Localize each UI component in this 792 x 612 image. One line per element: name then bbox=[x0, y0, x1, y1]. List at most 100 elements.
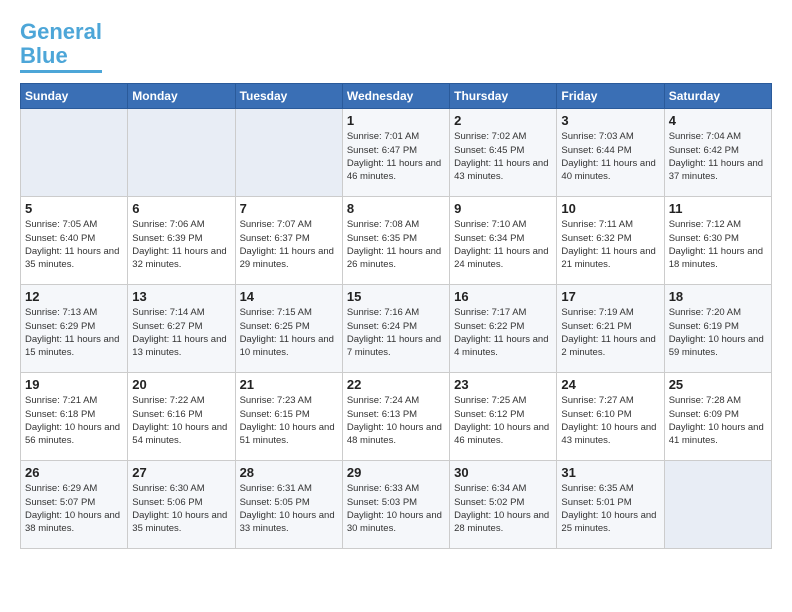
day-info: Sunrise: 7:19 AMSunset: 6:21 PMDaylight:… bbox=[561, 306, 659, 359]
calendar-body: 1 Sunrise: 7:01 AMSunset: 6:47 PMDaylight… bbox=[21, 109, 772, 549]
calendar-cell: 9 Sunrise: 7:10 AMSunset: 6:34 PMDaylight… bbox=[450, 197, 557, 285]
day-number: 14 bbox=[240, 289, 338, 304]
day-info: Sunrise: 6:33 AMSunset: 5:03 PMDaylight:… bbox=[347, 482, 445, 535]
calendar-cell: 12 Sunrise: 7:13 AMSunset: 6:29 PMDayligh… bbox=[21, 285, 128, 373]
day-info: Sunrise: 7:13 AMSunset: 6:29 PMDaylight:… bbox=[25, 306, 123, 359]
day-info: Sunrise: 7:04 AMSunset: 6:42 PMDaylight:… bbox=[669, 130, 767, 183]
day-number: 10 bbox=[561, 201, 659, 216]
day-number: 12 bbox=[25, 289, 123, 304]
day-number: 11 bbox=[669, 201, 767, 216]
calendar-cell: 4 Sunrise: 7:04 AMSunset: 6:42 PMDaylight… bbox=[664, 109, 771, 197]
day-info: Sunrise: 7:08 AMSunset: 6:35 PMDaylight:… bbox=[347, 218, 445, 271]
day-info: Sunrise: 7:10 AMSunset: 6:34 PMDaylight:… bbox=[454, 218, 552, 271]
day-number: 27 bbox=[132, 465, 230, 480]
day-number: 13 bbox=[132, 289, 230, 304]
day-info: Sunrise: 7:27 AMSunset: 6:10 PMDaylight:… bbox=[561, 394, 659, 447]
day-info: Sunrise: 7:07 AMSunset: 6:37 PMDaylight:… bbox=[240, 218, 338, 271]
calendar-cell: 27 Sunrise: 6:30 AMSunset: 5:06 PMDayligh… bbox=[128, 461, 235, 549]
day-info: Sunrise: 7:01 AMSunset: 6:47 PMDaylight:… bbox=[347, 130, 445, 183]
day-number: 16 bbox=[454, 289, 552, 304]
day-info: Sunrise: 7:17 AMSunset: 6:22 PMDaylight:… bbox=[454, 306, 552, 359]
day-number: 3 bbox=[561, 113, 659, 128]
calendar-cell: 22 Sunrise: 7:24 AMSunset: 6:13 PMDayligh… bbox=[342, 373, 449, 461]
weekday-header: Tuesday bbox=[235, 84, 342, 109]
day-info: Sunrise: 7:25 AMSunset: 6:12 PMDaylight:… bbox=[454, 394, 552, 447]
day-info: Sunrise: 7:12 AMSunset: 6:30 PMDaylight:… bbox=[669, 218, 767, 271]
calendar-cell: 23Sunrise: 7:25 AMSunset: 6:12 PMDayligh… bbox=[450, 373, 557, 461]
day-info: Sunrise: 6:30 AMSunset: 5:06 PMDaylight:… bbox=[132, 482, 230, 535]
calendar-cell: 16 Sunrise: 7:17 AMSunset: 6:22 PMDayligh… bbox=[450, 285, 557, 373]
day-number: 2 bbox=[454, 113, 552, 128]
logo-blue: Blue bbox=[20, 43, 68, 68]
day-info: Sunrise: 7:24 AMSunset: 6:13 PMDaylight:… bbox=[347, 394, 445, 447]
day-number: 21 bbox=[240, 377, 338, 392]
day-info: Sunrise: 7:23 AMSunset: 6:15 PMDaylight:… bbox=[240, 394, 338, 447]
calendar-cell: 19Sunrise: 7:21 AMSunset: 6:18 PMDayligh… bbox=[21, 373, 128, 461]
day-number: 5 bbox=[25, 201, 123, 216]
calendar-cell: 25 Sunrise: 7:28 AMSunset: 6:09 PMDayligh… bbox=[664, 373, 771, 461]
weekday-header: Thursday bbox=[450, 84, 557, 109]
day-number: 30 bbox=[454, 465, 552, 480]
day-number: 25 bbox=[669, 377, 767, 392]
calendar-cell bbox=[235, 109, 342, 197]
day-info: Sunrise: 7:22 AMSunset: 6:16 PMDaylight:… bbox=[132, 394, 230, 447]
calendar-cell: 7Sunrise: 7:07 AMSunset: 6:37 PMDaylight… bbox=[235, 197, 342, 285]
calendar-cell bbox=[21, 109, 128, 197]
day-number: 17 bbox=[561, 289, 659, 304]
logo-text: General Blue bbox=[20, 20, 102, 68]
day-info: Sunrise: 6:35 AMSunset: 5:01 PMDaylight:… bbox=[561, 482, 659, 535]
day-number: 24 bbox=[561, 377, 659, 392]
day-info: Sunrise: 7:05 AMSunset: 6:40 PMDaylight:… bbox=[25, 218, 123, 271]
day-number: 1 bbox=[347, 113, 445, 128]
calendar-cell: 14Sunrise: 7:15 AMSunset: 6:25 PMDayligh… bbox=[235, 285, 342, 373]
day-info: Sunrise: 7:11 AMSunset: 6:32 PMDaylight:… bbox=[561, 218, 659, 271]
calendar-cell: 13 Sunrise: 7:14 AMSunset: 6:27 PMDayligh… bbox=[128, 285, 235, 373]
logo: General Blue bbox=[20, 20, 102, 73]
weekday-header: Sunday bbox=[21, 84, 128, 109]
day-number: 9 bbox=[454, 201, 552, 216]
calendar-cell: 21 Sunrise: 7:23 AMSunset: 6:15 PMDayligh… bbox=[235, 373, 342, 461]
calendar-table: SundayMondayTuesdayWednesdayThursdayFrid… bbox=[20, 83, 772, 549]
day-info: Sunrise: 6:31 AMSunset: 5:05 PMDaylight:… bbox=[240, 482, 338, 535]
day-info: Sunrise: 7:21 AMSunset: 6:18 PMDaylight:… bbox=[25, 394, 123, 447]
day-info: Sunrise: 7:14 AMSunset: 6:27 PMDaylight:… bbox=[132, 306, 230, 359]
day-number: 15 bbox=[347, 289, 445, 304]
calendar-cell bbox=[664, 461, 771, 549]
day-number: 18 bbox=[669, 289, 767, 304]
calendar-header: SundayMondayTuesdayWednesdayThursdayFrid… bbox=[21, 84, 772, 109]
day-info: Sunrise: 6:29 AMSunset: 5:07 PMDaylight:… bbox=[25, 482, 123, 535]
calendar-cell bbox=[128, 109, 235, 197]
day-number: 8 bbox=[347, 201, 445, 216]
day-info: Sunrise: 7:20 AMSunset: 6:19 PMDaylight:… bbox=[669, 306, 767, 359]
calendar-cell: 20 Sunrise: 7:22 AMSunset: 6:16 PMDayligh… bbox=[128, 373, 235, 461]
day-info: Sunrise: 7:28 AMSunset: 6:09 PMDaylight:… bbox=[669, 394, 767, 447]
calendar-cell: 24 Sunrise: 7:27 AMSunset: 6:10 PMDayligh… bbox=[557, 373, 664, 461]
day-number: 26 bbox=[25, 465, 123, 480]
calendar-cell: 29Sunrise: 6:33 AMSunset: 5:03 PMDayligh… bbox=[342, 461, 449, 549]
calendar-cell: 10 Sunrise: 7:11 AMSunset: 6:32 PMDayligh… bbox=[557, 197, 664, 285]
weekday-header: Monday bbox=[128, 84, 235, 109]
day-number: 22 bbox=[347, 377, 445, 392]
calendar-cell: 15 Sunrise: 7:16 AMSunset: 6:24 PMDayligh… bbox=[342, 285, 449, 373]
calendar-cell: 1 Sunrise: 7:01 AMSunset: 6:47 PMDaylight… bbox=[342, 109, 449, 197]
calendar-cell: 26 Sunrise: 6:29 AMSunset: 5:07 PMDayligh… bbox=[21, 461, 128, 549]
day-info: Sunrise: 7:03 AMSunset: 6:44 PMDaylight:… bbox=[561, 130, 659, 183]
calendar-cell: 8 Sunrise: 7:08 AMSunset: 6:35 PMDaylight… bbox=[342, 197, 449, 285]
day-info: Sunrise: 7:06 AMSunset: 6:39 PMDaylight:… bbox=[132, 218, 230, 271]
calendar-cell: 17 Sunrise: 7:19 AMSunset: 6:21 PMDayligh… bbox=[557, 285, 664, 373]
weekday-header: Wednesday bbox=[342, 84, 449, 109]
day-info: Sunrise: 6:34 AMSunset: 5:02 PMDaylight:… bbox=[454, 482, 552, 535]
logo-general: General bbox=[20, 19, 102, 44]
day-number: 6 bbox=[132, 201, 230, 216]
calendar-cell: 18 Sunrise: 7:20 AMSunset: 6:19 PMDayligh… bbox=[664, 285, 771, 373]
weekday-header: Friday bbox=[557, 84, 664, 109]
calendar-cell: 3 Sunrise: 7:03 AMSunset: 6:44 PMDaylight… bbox=[557, 109, 664, 197]
day-info: Sunrise: 7:16 AMSunset: 6:24 PMDaylight:… bbox=[347, 306, 445, 359]
day-number: 28 bbox=[240, 465, 338, 480]
day-number: 4 bbox=[669, 113, 767, 128]
calendar-cell: 2Sunrise: 7:02 AMSunset: 6:45 PMDaylight… bbox=[450, 109, 557, 197]
calendar-cell: 30 Sunrise: 6:34 AMSunset: 5:02 PMDayligh… bbox=[450, 461, 557, 549]
calendar-cell: 31Sunrise: 6:35 AMSunset: 5:01 PMDayligh… bbox=[557, 461, 664, 549]
calendar-cell: 6 Sunrise: 7:06 AMSunset: 6:39 PMDaylight… bbox=[128, 197, 235, 285]
day-number: 20 bbox=[132, 377, 230, 392]
